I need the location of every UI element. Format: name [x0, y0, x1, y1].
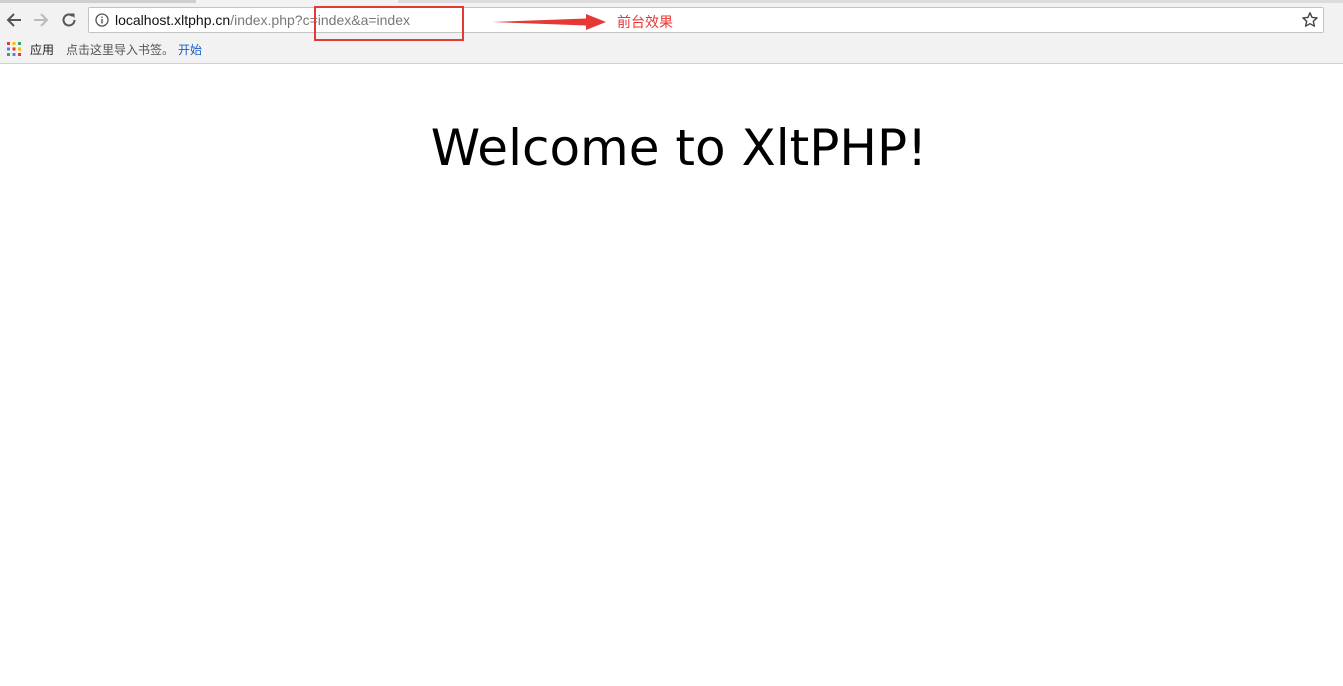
forward-arrow-icon: [34, 13, 49, 27]
browser-toolbar: localhost.xltphp.cn/index.php?c=index&a=…: [0, 0, 1343, 64]
forward-button[interactable]: [29, 8, 53, 32]
url-highlight-box: [314, 6, 464, 41]
url-host: localhost.xltphp.cn: [115, 12, 231, 28]
apps-grid-icon[interactable]: [7, 42, 21, 56]
apps-button[interactable]: 应用: [30, 40, 54, 60]
reload-icon: [62, 13, 76, 27]
star-icon[interactable]: [1301, 11, 1319, 29]
tabstrip-background: [398, 0, 1343, 3]
tab-edge[interactable]: [0, 0, 196, 3]
reload-button[interactable]: [57, 8, 81, 32]
address-bar[interactable]: localhost.xltphp.cn/index.php?c=index&a=…: [88, 7, 1324, 33]
back-arrow-icon: [6, 13, 21, 27]
get-started-link[interactable]: 开始: [178, 40, 202, 60]
annotation-label: 前台效果: [617, 15, 673, 31]
annotation-arrow: [492, 14, 606, 30]
back-button[interactable]: [2, 8, 26, 32]
info-icon[interactable]: [95, 13, 109, 27]
bookmarks-bar: 应用 点击这里导入书签。 开始: [0, 39, 1343, 61]
import-bookmarks-hint: 点击这里导入书签。: [66, 43, 175, 57]
page-title: Welcome to XltPHP!: [430, 119, 928, 177]
